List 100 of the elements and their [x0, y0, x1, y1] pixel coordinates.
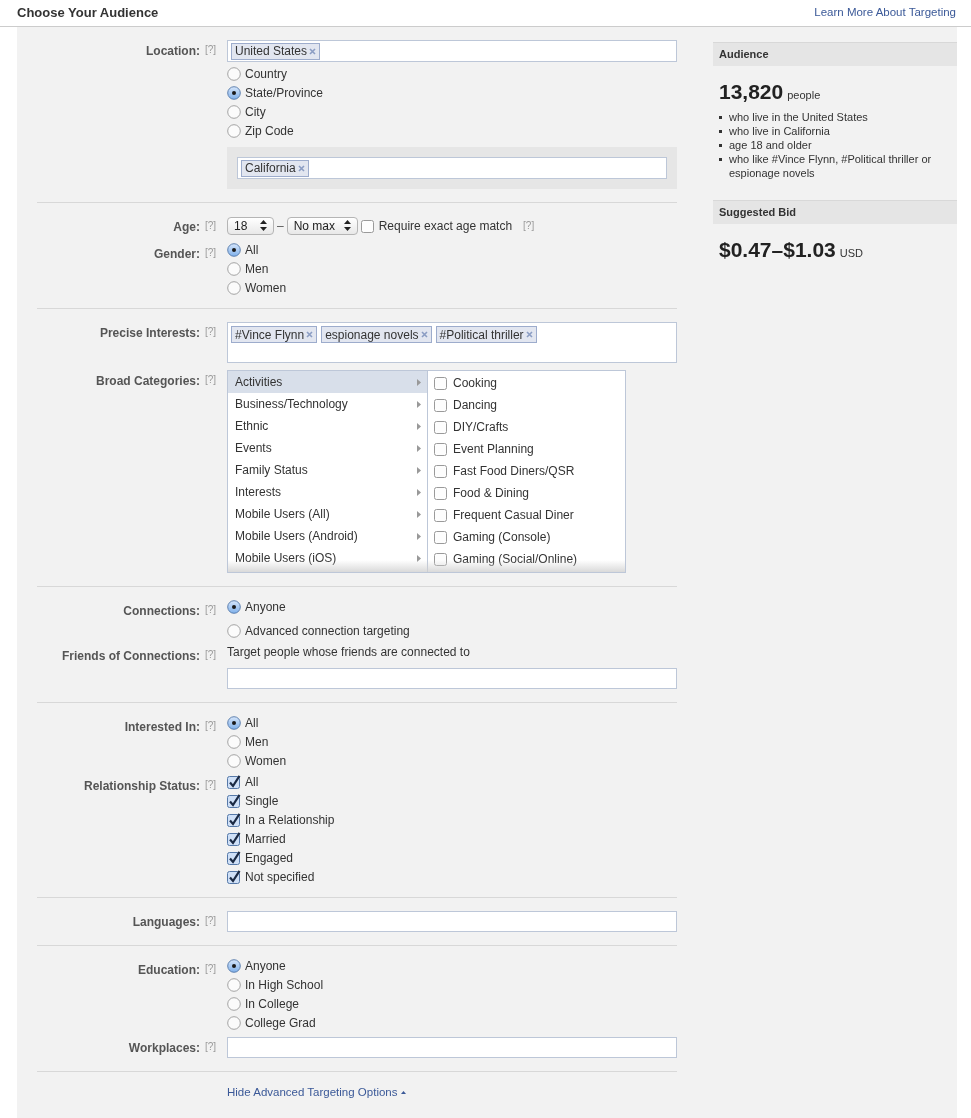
category-item[interactable]: Mobile Users (All) — [228, 503, 427, 525]
radio[interactable] — [227, 1016, 241, 1030]
range-dash: – — [277, 217, 284, 235]
chevron-right-icon — [417, 510, 421, 518]
field-label: Friends of Connections: — [61, 648, 200, 665]
input-field[interactable] — [227, 911, 677, 932]
option-label: Not specified — [245, 869, 315, 886]
region-field[interactable]: California — [237, 157, 667, 179]
option-label: Dancing — [453, 397, 498, 414]
category-item[interactable]: Activities — [228, 371, 427, 393]
radio[interactable] — [227, 997, 241, 1011]
radio-selected[interactable] — [227, 86, 241, 100]
option-label: Food & Dining — [453, 485, 530, 502]
option-label: Single — [245, 793, 279, 810]
radio[interactable] — [227, 124, 241, 138]
checkbox[interactable] — [434, 376, 448, 390]
option-label: Event Planning — [453, 441, 534, 458]
radio[interactable] — [227, 735, 241, 749]
option-label: Zip Code — [245, 123, 294, 140]
checkbox-checked[interactable] — [227, 851, 241, 865]
radio[interactable] — [227, 262, 241, 276]
checkbox-checked[interactable] — [227, 813, 241, 827]
token-chip[interactable]: California — [241, 159, 309, 177]
bullet-icon — [719, 115, 722, 119]
token-chip[interactable]: #Political thriller — [435, 326, 537, 343]
option-label: Gaming (Console) — [453, 529, 551, 546]
remove-icon[interactable] — [525, 331, 533, 338]
option-label: Women — [245, 280, 287, 297]
option-label: Country — [245, 66, 288, 83]
min-age-select[interactable]: 18 — [227, 216, 274, 235]
caret-up-icon — [401, 1091, 407, 1095]
checkbox[interactable] — [434, 420, 448, 434]
checkbox-checked[interactable] — [227, 775, 241, 789]
token-chip[interactable]: espionage novels — [321, 326, 432, 343]
checkbox-checked[interactable] — [227, 794, 241, 808]
option-label: Anyone — [245, 958, 286, 975]
field-label: Precise Interests: — [98, 325, 200, 342]
chevron-right-icon — [417, 488, 421, 496]
criteria-text: who live in the United States — [729, 109, 868, 124]
option-label: Advanced connection targeting — [245, 623, 410, 640]
learn-more-link[interactable]: Learn More About Targeting — [814, 4, 956, 22]
option-label: Men — [245, 261, 269, 278]
option-label: All — [245, 774, 259, 791]
category-item[interactable]: Mobile Users (iOS) — [228, 547, 427, 569]
field-label: Location: — [145, 43, 200, 60]
token-chip[interactable]: United States — [231, 42, 321, 60]
checkbox[interactable] — [434, 530, 448, 544]
radio-selected[interactable] — [227, 959, 241, 973]
checkbox[interactable] — [434, 464, 448, 478]
currency-label: USD — [839, 245, 864, 261]
field-label: Broad Categories: — [94, 373, 200, 390]
criteria-text: who live in California — [729, 123, 830, 138]
checkbox[interactable] — [434, 552, 448, 566]
chevron-right-icon — [417, 422, 421, 430]
remove-icon[interactable] — [420, 331, 428, 338]
category-item[interactable]: Business/Technology — [228, 393, 427, 415]
category-item[interactable]: Interests — [228, 481, 427, 503]
option-label: State/Province — [245, 85, 324, 102]
option-label: In a Relationship — [245, 812, 335, 829]
radio[interactable] — [227, 67, 241, 81]
radio[interactable] — [227, 281, 241, 295]
remove-icon[interactable] — [309, 47, 317, 55]
section-header: Suggested Bid — [713, 199, 957, 224]
stepper-icon — [343, 220, 351, 231]
checkbox-checked[interactable] — [227, 870, 241, 884]
radio-selected[interactable] — [227, 600, 241, 614]
hint-text: Target people whose friends are connected to — [227, 645, 471, 659]
interests-field[interactable]: #Vince Flynn espionage novels #Political thriller — [227, 322, 677, 363]
option-label: Fast Food Diners/QSR — [453, 463, 575, 480]
count-unit: people — [787, 88, 821, 103]
checkbox[interactable] — [434, 398, 448, 412]
chevron-right-icon — [417, 378, 421, 386]
radio-selected[interactable] — [227, 716, 241, 730]
token-chip[interactable]: #Vince Flynn — [231, 326, 318, 343]
radio-selected[interactable] — [227, 243, 241, 257]
radio[interactable] — [227, 624, 241, 638]
field-label: Age: — [172, 219, 200, 236]
input-field[interactable] — [227, 1037, 677, 1058]
radio[interactable] — [227, 105, 241, 119]
category-item[interactable]: Events — [228, 437, 427, 459]
category-item[interactable]: Mobile Users (Android) — [228, 525, 427, 547]
page-title: Choose Your Audience — [17, 4, 159, 23]
option-label: All — [245, 242, 259, 259]
option-label: Anyone — [245, 599, 286, 616]
max-age-select[interactable]: No max — [286, 216, 358, 235]
category-item[interactable]: Ethnic — [228, 415, 427, 437]
checkbox[interactable] — [434, 442, 448, 456]
checkbox-checked[interactable] — [227, 832, 241, 846]
radio[interactable] — [227, 754, 241, 768]
checkbox[interactable] — [360, 218, 375, 233]
option-label: All — [245, 715, 259, 732]
checkbox[interactable] — [434, 486, 448, 500]
radio[interactable] — [227, 978, 241, 992]
hide-options-link[interactable]: Hide Advanced Targeting Options — [227, 1084, 398, 1102]
remove-icon[interactable] — [297, 164, 305, 172]
location-field[interactable]: United States — [227, 40, 677, 62]
category-item[interactable]: Family Status — [228, 459, 427, 481]
input-field[interactable] — [227, 668, 677, 689]
remove-icon[interactable] — [306, 331, 314, 338]
checkbox[interactable] — [434, 508, 448, 522]
